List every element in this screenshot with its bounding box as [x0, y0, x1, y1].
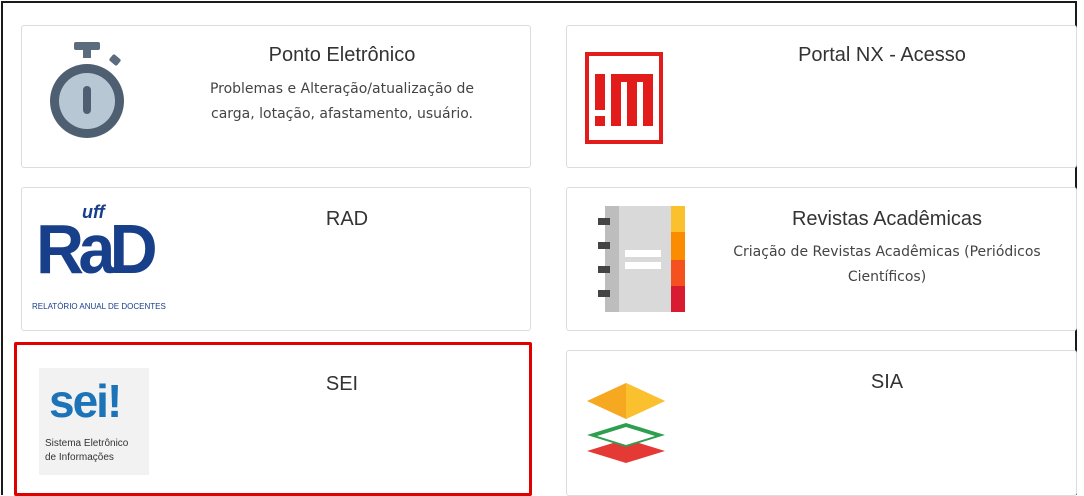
im-logo-icon — [585, 52, 663, 144]
card-title: SIA — [870, 371, 904, 393]
card-sei[interactable]: sei! Sistema Eletrônico de Informações S… — [14, 342, 532, 496]
rad-logo-caption: RELATÓRIO ANUAL DE DOCENTES — [32, 302, 166, 311]
rad-logo-main: RaD — [36, 210, 158, 288]
card-sia[interactable]: SIA — [566, 350, 1077, 496]
sei-logo-line2: de Informações — [45, 452, 114, 463]
card-portal-nx[interactable]: Portal NX - Acesso — [566, 25, 1077, 168]
card-title: SEI — [325, 373, 359, 395]
card-revistas-academicas[interactable]: Revistas Acadêmicas Criação de Revistas … — [566, 187, 1077, 331]
card-description: Criação de Revistas Acadêmicas (Periódic… — [733, 244, 1041, 285]
notebook-icon — [595, 204, 687, 314]
rad-logo: uff RaD RELATÓRIO ANUAL DE DOCENTES — [32, 202, 166, 318]
sei-logo-main: sei! — [49, 375, 122, 427]
card-ponto-eletronico[interactable]: Ponto Eletrônico Problemas e Alteração/a… — [21, 25, 531, 168]
card-title: RAD — [325, 208, 369, 230]
card-title: Revistas Acadêmicas — [791, 208, 983, 230]
card-title: Portal NX - Acesso — [798, 44, 966, 66]
card-title: Ponto Eletrônico — [268, 44, 416, 66]
card-description: Problemas e Alteração/atualização de car… — [209, 81, 475, 122]
card-rad[interactable]: uff RaD RELATÓRIO ANUAL DE DOCENTES RAD — [21, 187, 531, 331]
sei-logo-line1: Sistema Eletrônico — [45, 438, 129, 449]
layers-icon — [585, 383, 667, 463]
stopwatch-icon — [50, 42, 124, 142]
sei-logo: sei! Sistema Eletrônico de Informações — [39, 368, 149, 475]
